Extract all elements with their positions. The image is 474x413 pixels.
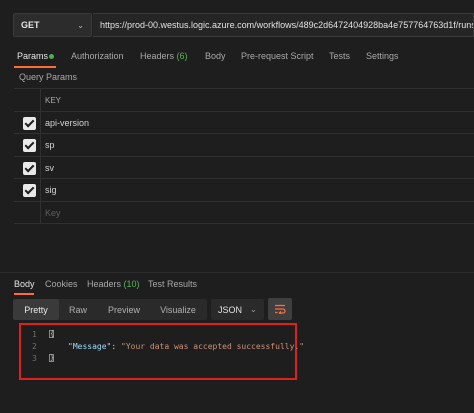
response-tab-headers[interactable]: Headers (10): [87, 279, 140, 289]
method-select[interactable]: GET ⌄: [13, 13, 92, 37]
json-colon: :: [111, 342, 121, 351]
format-select[interactable]: JSON ⌄: [211, 299, 264, 320]
table-divider: [14, 156, 474, 157]
key-column-header: KEY: [45, 96, 62, 105]
view-pretty-button[interactable]: Pretty: [13, 299, 59, 320]
table-divider: [14, 178, 474, 179]
json-value: "Your data was accepted successfully.": [121, 342, 305, 351]
response-divider: [0, 272, 474, 273]
table-divider: [14, 111, 474, 112]
column-divider: [40, 88, 41, 223]
chevron-down-icon: ⌄: [250, 305, 257, 314]
tab-pre-request-script[interactable]: Pre-request Script: [241, 51, 314, 61]
tab-params[interactable]: Params: [17, 51, 48, 61]
active-response-tab-indicator: [14, 293, 34, 295]
fold-close-brace: }: [49, 354, 55, 362]
param-checkbox[interactable]: [23, 184, 36, 197]
table-divider: [14, 88, 474, 89]
new-key-input[interactable]: Key: [45, 208, 61, 218]
param-key[interactable]: api-version: [45, 118, 89, 128]
tab-tests[interactable]: Tests: [329, 51, 350, 61]
view-mode-selector: Pretty Raw Preview Visualize: [13, 299, 207, 320]
param-checkbox[interactable]: [23, 117, 36, 130]
table-divider: [14, 201, 474, 202]
request-tabs: Params Authorization Headers (6) Body Pr…: [0, 46, 474, 68]
params-active-dot: [49, 54, 54, 59]
line-number: 3: [32, 354, 37, 363]
json-key: "Message": [68, 342, 112, 351]
wrap-lines-icon: [275, 304, 286, 314]
tab-headers[interactable]: Headers (6): [140, 51, 188, 61]
response-body-highlight: [19, 323, 297, 380]
param-checkbox[interactable]: [23, 139, 36, 152]
tab-authorization[interactable]: Authorization: [71, 51, 124, 61]
fold-open-brace[interactable]: {: [49, 330, 54, 338]
chevron-down-icon: ⌄: [77, 20, 84, 30]
param-key[interactable]: sv: [45, 163, 54, 173]
url-input[interactable]: https://prod-00.westus.logic.azure.com/w…: [93, 13, 474, 37]
response-tab-cookies[interactable]: Cookies: [45, 279, 78, 289]
method-label: GET: [21, 20, 40, 30]
view-raw-button[interactable]: Raw: [63, 299, 93, 320]
line-number: 1: [32, 330, 37, 339]
table-divider: [14, 223, 474, 224]
tab-settings[interactable]: Settings: [366, 51, 399, 61]
param-key[interactable]: sp: [45, 140, 55, 150]
view-preview-button[interactable]: Preview: [101, 299, 147, 320]
headers-count: (6): [176, 51, 188, 61]
view-visualize-button[interactable]: Visualize: [153, 299, 203, 320]
tab-headers-label: Headers: [140, 51, 175, 61]
line-number: 2: [32, 342, 37, 351]
response-tab-test-results[interactable]: Test Results: [148, 279, 197, 289]
format-label: JSON: [218, 304, 243, 315]
query-params-title: Query Params: [19, 72, 78, 82]
wrap-lines-button[interactable]: [268, 298, 292, 320]
response-headers-count: (10): [123, 279, 140, 289]
response-tab-headers-label: Headers: [87, 279, 122, 289]
active-tab-indicator: [14, 66, 56, 68]
url-text: https://prod-00.westus.logic.azure.com/w…: [100, 20, 474, 30]
json-line: "Message": "Your data was accepted succe…: [68, 342, 304, 351]
response-tab-body[interactable]: Body: [14, 279, 35, 289]
table-divider: [14, 133, 474, 134]
param-key[interactable]: sig: [45, 185, 57, 195]
tab-body[interactable]: Body: [205, 51, 226, 61]
param-checkbox[interactable]: [23, 162, 36, 175]
